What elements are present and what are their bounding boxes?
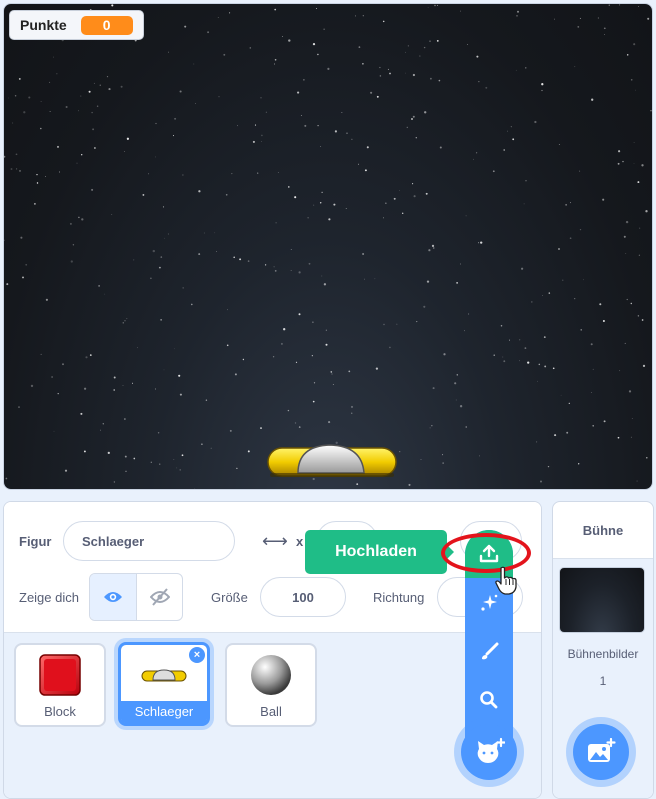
paint-icon	[482, 642, 499, 660]
backdrops-count: 1	[599, 674, 607, 688]
variable-monitor: Punkte 0	[9, 10, 144, 40]
choose-backdrop-button[interactable]	[573, 724, 629, 780]
show-button[interactable]	[90, 574, 136, 620]
delete-sprite-icon[interactable]: ×	[189, 647, 205, 663]
stage-canvas[interactable]: Punkte 0	[3, 3, 653, 490]
hand-cursor-icon	[495, 566, 517, 595]
sprite-name: Block	[44, 704, 76, 719]
upload-tooltip: Hochladen	[305, 530, 454, 574]
sprite-tile-schlaeger[interactable]: × Schlaeger	[118, 642, 210, 726]
size-label: Größe	[211, 590, 248, 605]
block-thumbnail	[16, 649, 104, 701]
starfield-backdrop	[4, 4, 652, 489]
sprite-tile-block[interactable]: Block	[14, 643, 106, 727]
sprite-name: Schlaeger	[121, 701, 207, 723]
backdrop-thumbnail[interactable]	[559, 567, 645, 633]
monitor-value: 0	[80, 15, 133, 35]
paddle-sprite[interactable]	[266, 440, 398, 480]
backdrops-label: Bühnenbilder	[567, 647, 639, 661]
x-label: x	[296, 534, 304, 549]
sprite-tile-ball[interactable]: Ball	[225, 643, 317, 727]
sprite-name-field[interactable]: Schlaeger	[63, 521, 235, 561]
sprite-label: Figur	[19, 534, 52, 549]
stage-panel-title: Bühne	[553, 502, 653, 559]
show-label: Zeige dich	[19, 590, 79, 605]
size-field[interactable]: 100	[260, 577, 346, 617]
choose-sprite-button[interactable]	[461, 724, 517, 780]
sprite-name: Ball	[260, 704, 282, 719]
backdrop-add-icon	[588, 738, 616, 762]
x-arrows-icon: ⟷	[262, 531, 288, 551]
monitor-label: Punkte	[20, 17, 67, 33]
cat-plus-icon	[477, 737, 505, 763]
search-sprite-button[interactable]	[465, 676, 513, 724]
ball-thumbnail	[227, 649, 315, 701]
eye-icon	[104, 592, 122, 602]
direction-label: Richtung	[373, 590, 425, 605]
search-icon	[480, 691, 498, 709]
hide-button[interactable]	[136, 574, 182, 620]
eye-hidden-icon	[149, 588, 170, 606]
visibility-toggle	[89, 573, 183, 621]
paint-sprite-button[interactable]	[465, 628, 513, 676]
